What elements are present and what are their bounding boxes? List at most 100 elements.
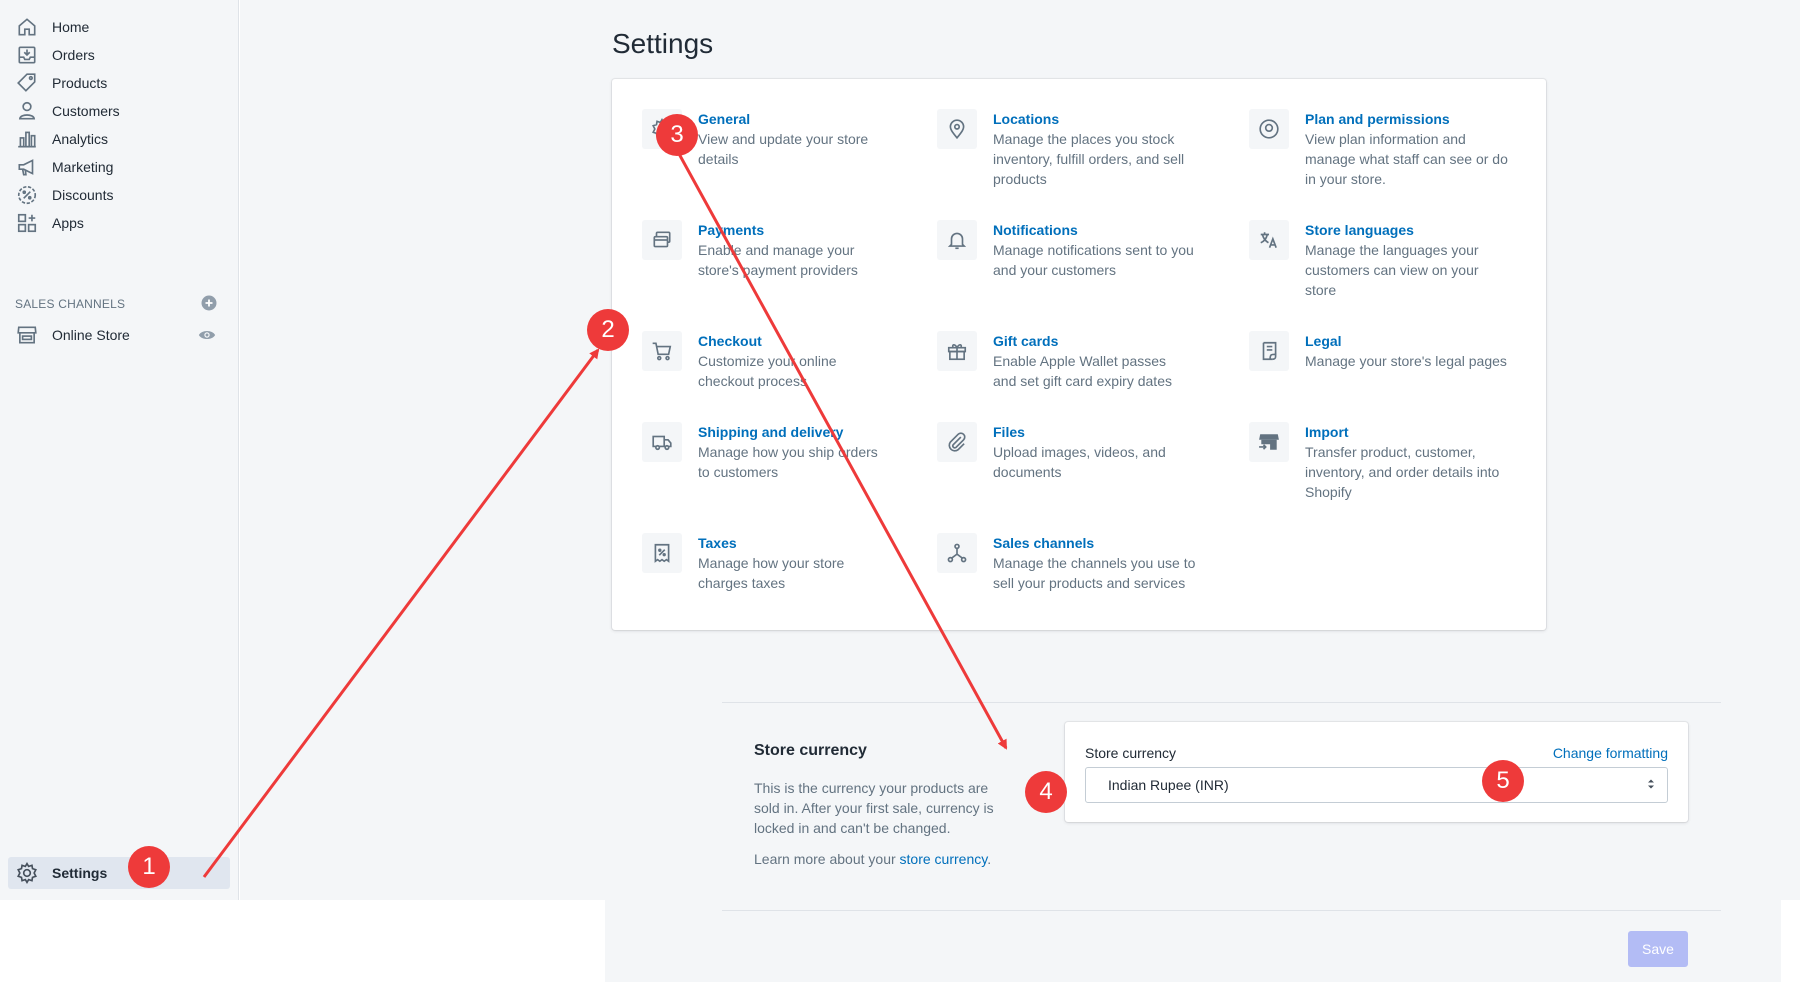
bar-chart-icon	[10, 128, 44, 150]
save-button[interactable]: Save	[1628, 931, 1688, 967]
location-pin-icon	[937, 109, 977, 149]
setting-files[interactable]: Files Upload images, videos, and documen…	[937, 422, 1207, 482]
annotation-badge: 5	[1482, 760, 1524, 802]
gift-icon	[937, 331, 977, 371]
sidebar: Home Orders Products Customers Analytics	[0, 0, 239, 900]
person-icon	[10, 100, 44, 122]
truck-icon	[642, 422, 682, 462]
setting-description: Customize your online checkout process	[698, 353, 837, 389]
app: Home Orders Products Customers Analytics	[0, 0, 1800, 982]
currency-select[interactable]: Indian Rupee (INR)	[1085, 767, 1668, 803]
sidebar-item-customers[interactable]: Customers	[8, 96, 230, 126]
setting-gift-cards[interactable]: Gift cards Enable Apple Wallet passes an…	[937, 331, 1207, 391]
setting-title[interactable]: Shipping and delivery	[698, 422, 888, 442]
setting-title[interactable]: Plan and permissions	[1305, 109, 1510, 129]
setting-description: Enable and manage your store's payment p…	[698, 242, 858, 278]
setting-title[interactable]: Payments	[698, 220, 883, 240]
annotation-badge: 1	[128, 846, 170, 888]
learn-more-suffix: .	[987, 851, 992, 867]
setting-description: Upload images, videos, and documents	[993, 444, 1166, 480]
sidebar-item-products[interactable]: Products	[8, 68, 230, 98]
setting-description: Manage notifications sent to you and you…	[993, 242, 1194, 278]
orders-icon	[10, 44, 44, 66]
setting-title[interactable]: Taxes	[698, 533, 873, 553]
import-icon	[1249, 422, 1289, 462]
settings-card: General View and update your store detai…	[612, 79, 1546, 630]
sales-channels-label: SALES CHANNELS	[15, 297, 126, 311]
setting-payments[interactable]: Payments Enable and manage your store's …	[642, 220, 912, 280]
blank-area	[0, 900, 605, 982]
learn-more-prefix: Learn more about your	[754, 851, 900, 867]
person-circle-icon	[1249, 109, 1289, 149]
sidebar-item-label: Marketing	[52, 159, 114, 175]
setting-locations[interactable]: Locations Manage the places you stock in…	[937, 109, 1207, 189]
tag-icon	[10, 72, 44, 94]
section-divider	[722, 910, 1721, 911]
setting-title[interactable]: Store languages	[1305, 220, 1495, 240]
sidebar-item-orders[interactable]: Orders	[8, 40, 230, 70]
setting-taxes[interactable]: Taxes Manage how your store charges taxe…	[642, 533, 912, 593]
channels-icon	[937, 533, 977, 573]
annotation-badge: 3	[656, 114, 698, 156]
eye-icon[interactable]	[198, 327, 216, 346]
setting-import[interactable]: Import Transfer product, customer, inven…	[1249, 422, 1519, 502]
sidebar-item-settings[interactable]: Settings	[8, 857, 230, 889]
payments-icon	[642, 220, 682, 260]
setting-plan-and-permissions[interactable]: Plan and permissions View plan informati…	[1249, 109, 1519, 189]
sidebar-item-marketing[interactable]: Marketing	[8, 152, 230, 182]
translate-icon	[1249, 220, 1289, 260]
apps-icon	[10, 212, 44, 234]
setting-legal[interactable]: Legal Manage your store's legal pages	[1249, 331, 1519, 371]
sidebar-item-label: Apps	[52, 215, 84, 231]
currency-field-label: Store currency	[1085, 745, 1177, 761]
setting-description: Manage your store's legal pages	[1305, 353, 1507, 369]
add-channel-icon[interactable]	[201, 295, 217, 314]
setting-sales-channels[interactable]: Sales channels Manage the channels you u…	[937, 533, 1207, 593]
store-currency-link[interactable]: store currency	[900, 851, 988, 867]
megaphone-icon	[10, 156, 44, 178]
setting-description: Manage the languages your customers can …	[1305, 242, 1479, 298]
sidebar-item-online-store[interactable]: Online Store	[8, 320, 230, 350]
sidebar-item-label: Orders	[52, 47, 95, 63]
sidebar-item-analytics[interactable]: Analytics	[8, 124, 230, 154]
paperclip-icon	[937, 422, 977, 462]
sidebar-item-label: Settings	[52, 865, 108, 881]
setting-notifications[interactable]: Notifications Manage notifications sent …	[937, 220, 1207, 280]
annotation-badge: 4	[1025, 771, 1067, 813]
sales-channels-header: SALES CHANNELS	[15, 294, 217, 314]
setting-store-languages[interactable]: Store languages Manage the languages you…	[1249, 220, 1519, 300]
setting-checkout[interactable]: Checkout Customize your online checkout …	[642, 331, 912, 391]
legal-document-icon	[1249, 331, 1289, 371]
setting-title[interactable]: General	[698, 109, 883, 129]
setting-title[interactable]: Import	[1305, 422, 1505, 442]
sidebar-item-apps[interactable]: Apps	[8, 208, 230, 238]
sidebar-item-discounts[interactable]: Discounts	[8, 180, 230, 210]
setting-title[interactable]: Files	[993, 422, 1168, 442]
setting-title[interactable]: Gift cards	[993, 331, 1188, 351]
setting-description: Manage how you ship orders to customers	[698, 444, 878, 480]
sidebar-item-label: Customers	[52, 103, 120, 119]
setting-description: View plan information and manage what st…	[1305, 131, 1508, 187]
page-title: Settings	[612, 28, 714, 59]
currency-learn-more: Learn more about your store currency.	[754, 851, 991, 867]
setting-title[interactable]: Notifications	[993, 220, 1198, 240]
home-icon	[10, 16, 44, 38]
annotation-badge: 2	[587, 309, 629, 351]
setting-title[interactable]: Checkout	[698, 331, 858, 351]
setting-title[interactable]: Locations	[993, 109, 1193, 129]
currency-card: Store currency Change formatting Indian …	[1065, 722, 1688, 822]
setting-description: Enable Apple Wallet passes and set gift …	[993, 353, 1172, 389]
setting-description: Manage the channels you use to sell your…	[993, 555, 1196, 591]
setting-description: Manage the places you stock inventory, f…	[993, 131, 1185, 187]
sidebar-item-label: Analytics	[52, 131, 109, 147]
sidebar-item-label: Products	[52, 75, 108, 91]
setting-description: View and update your store details	[698, 131, 869, 167]
tax-icon	[642, 533, 682, 573]
currency-description: This is the currency your products are s…	[754, 780, 994, 836]
sidebar-item-home[interactable]: Home	[8, 12, 230, 42]
setting-shipping-and-delivery[interactable]: Shipping and delivery Manage how you shi…	[642, 422, 912, 482]
change-formatting-link[interactable]: Change formatting	[1553, 745, 1668, 761]
setting-title[interactable]: Sales channels	[993, 533, 1203, 553]
setting-description: Transfer product, customer, inventory, a…	[1305, 444, 1500, 500]
setting-title[interactable]: Legal	[1305, 331, 1520, 351]
